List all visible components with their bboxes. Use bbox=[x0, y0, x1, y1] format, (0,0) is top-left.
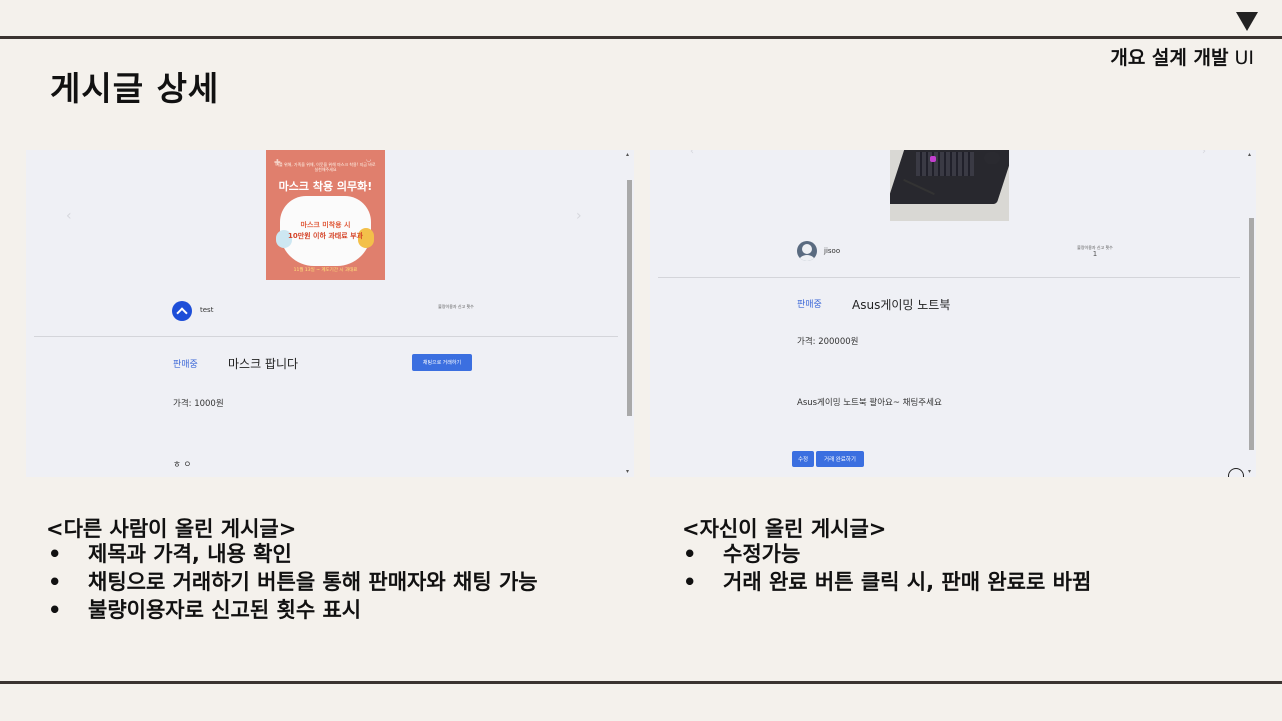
page-title: 게시글 상세 bbox=[50, 69, 220, 108]
carousel-prev-icon[interactable]: ‹ bbox=[690, 150, 694, 157]
user-avatar-icon[interactable] bbox=[172, 301, 192, 321]
scrollbar[interactable]: ▴ ▾ bbox=[626, 150, 632, 477]
user-avatar-icon[interactable] bbox=[797, 241, 817, 261]
carousel-next-icon[interactable]: › bbox=[576, 208, 582, 224]
post-image-laptop bbox=[890, 150, 1009, 221]
seller-divider bbox=[34, 336, 618, 337]
bottom-divider bbox=[0, 681, 1282, 684]
scroll-down-icon[interactable]: ▾ bbox=[626, 469, 629, 475]
edit-button[interactable]: 수정 bbox=[792, 451, 814, 467]
top-divider bbox=[0, 36, 1282, 39]
poster-headline: 마스크 착용 의무화! bbox=[278, 180, 373, 193]
header-tag: 개요 설계 개발 UI bbox=[1110, 43, 1254, 70]
seller-username[interactable]: jisoo bbox=[824, 247, 840, 255]
left-section-bullets: 제목과 가격, 내용 확인 채팅으로 거래하기 버튼을 통해 판매자와 채팅 가… bbox=[48, 540, 588, 624]
chat-float-icon[interactable] bbox=[1228, 468, 1244, 477]
carousel-next-icon[interactable]: › bbox=[1202, 150, 1206, 157]
bullet-item: 채팅으로 거래하기 버튼을 통해 판매자와 채팅 가능 bbox=[48, 568, 588, 596]
bullet-item: 제목과 가격, 내용 확인 bbox=[48, 540, 588, 568]
right-post-screenshot: ‹ › jisoo 불량이용자 신고 횟수 1 판매중 Asus게이밍 노트북 … bbox=[650, 150, 1256, 477]
left-post-screenshot: ‹ › ✚ ◡ 나를 위해, 가족을 위해, 이웃을 위해 마스크 착용! 지금… bbox=[26, 150, 634, 477]
right-section-bullets: 수정가능 거래 완료 버튼 클릭 시, 판매 완료로 바뀜 bbox=[683, 540, 1243, 596]
poster-mask-line1: 마스크 미착용 시 bbox=[300, 221, 351, 229]
sale-status: 판매중 bbox=[173, 360, 198, 370]
scrollbar[interactable]: ▴ ▾ bbox=[1248, 150, 1254, 477]
scroll-down-icon[interactable]: ▾ bbox=[1248, 469, 1251, 475]
carousel-prev-icon[interactable]: ‹ bbox=[66, 208, 72, 224]
seller-divider bbox=[658, 277, 1240, 278]
chat-trade-button[interactable]: 채팅으로 거래하기 bbox=[412, 354, 472, 371]
post-price: 가격: 200000원 bbox=[797, 337, 859, 347]
report-count-label: 불량이용자 신고 횟수 bbox=[438, 304, 474, 309]
scroll-up-icon[interactable]: ▴ bbox=[1248, 152, 1251, 158]
post-price: 가격: 1000원 bbox=[173, 399, 224, 409]
post-title: 마스크 팝니다 bbox=[228, 357, 299, 371]
mouse-illustration bbox=[984, 152, 1000, 164]
poster-small-text: 나를 위해, 가족을 위해, 이웃을 위해 마스크 착용! 지금 바로 실천해주… bbox=[275, 162, 376, 172]
post-title: Asus게이밍 노트북 bbox=[852, 298, 951, 312]
right-section-title: <자신이 올린 게시글> bbox=[682, 517, 887, 541]
header-tag-ui: UI bbox=[1234, 47, 1254, 69]
poster-footer: 11월 13일 ~ 계도기간 시 과태료 bbox=[293, 268, 358, 273]
bullet-item: 불량이용자로 신고된 횟수 표시 bbox=[48, 596, 588, 624]
bullet-item: 수정가능 bbox=[683, 540, 1243, 568]
scrollbar-thumb[interactable] bbox=[627, 180, 632, 416]
laptop-keyboard-illustration bbox=[916, 152, 974, 176]
left-section-title: <다른 사람이 올린 게시글> bbox=[46, 517, 297, 541]
bullet-item: 거래 완료 버튼 클릭 시, 판매 완료로 바뀜 bbox=[683, 568, 1243, 596]
seller-username[interactable]: test bbox=[200, 306, 213, 314]
post-content: Asus게이밍 노트북 팔아요~ 채팅주세요 bbox=[797, 398, 942, 408]
laptop-rgb-illustration bbox=[930, 156, 936, 162]
poster-mask-line2: 10만원 이하 과태료 부과 bbox=[287, 232, 363, 240]
complete-trade-button[interactable]: 거래 완료하기 bbox=[816, 451, 864, 467]
post-content: ㅎ ㅇ bbox=[173, 460, 192, 470]
header-tag-text: 개요 설계 개발 bbox=[1110, 47, 1229, 69]
scroll-up-icon[interactable]: ▴ bbox=[626, 152, 629, 158]
scrollbar-thumb[interactable] bbox=[1249, 218, 1254, 450]
sale-status: 판매중 bbox=[797, 300, 822, 310]
collapse-triangle-icon bbox=[1236, 12, 1258, 31]
post-image-mask-poster: ✚ ◡ 나를 위해, 가족을 위해, 이웃을 위해 마스크 착용! 지금 바로 … bbox=[266, 150, 385, 280]
report-count-value: 1 bbox=[1092, 250, 1098, 258]
